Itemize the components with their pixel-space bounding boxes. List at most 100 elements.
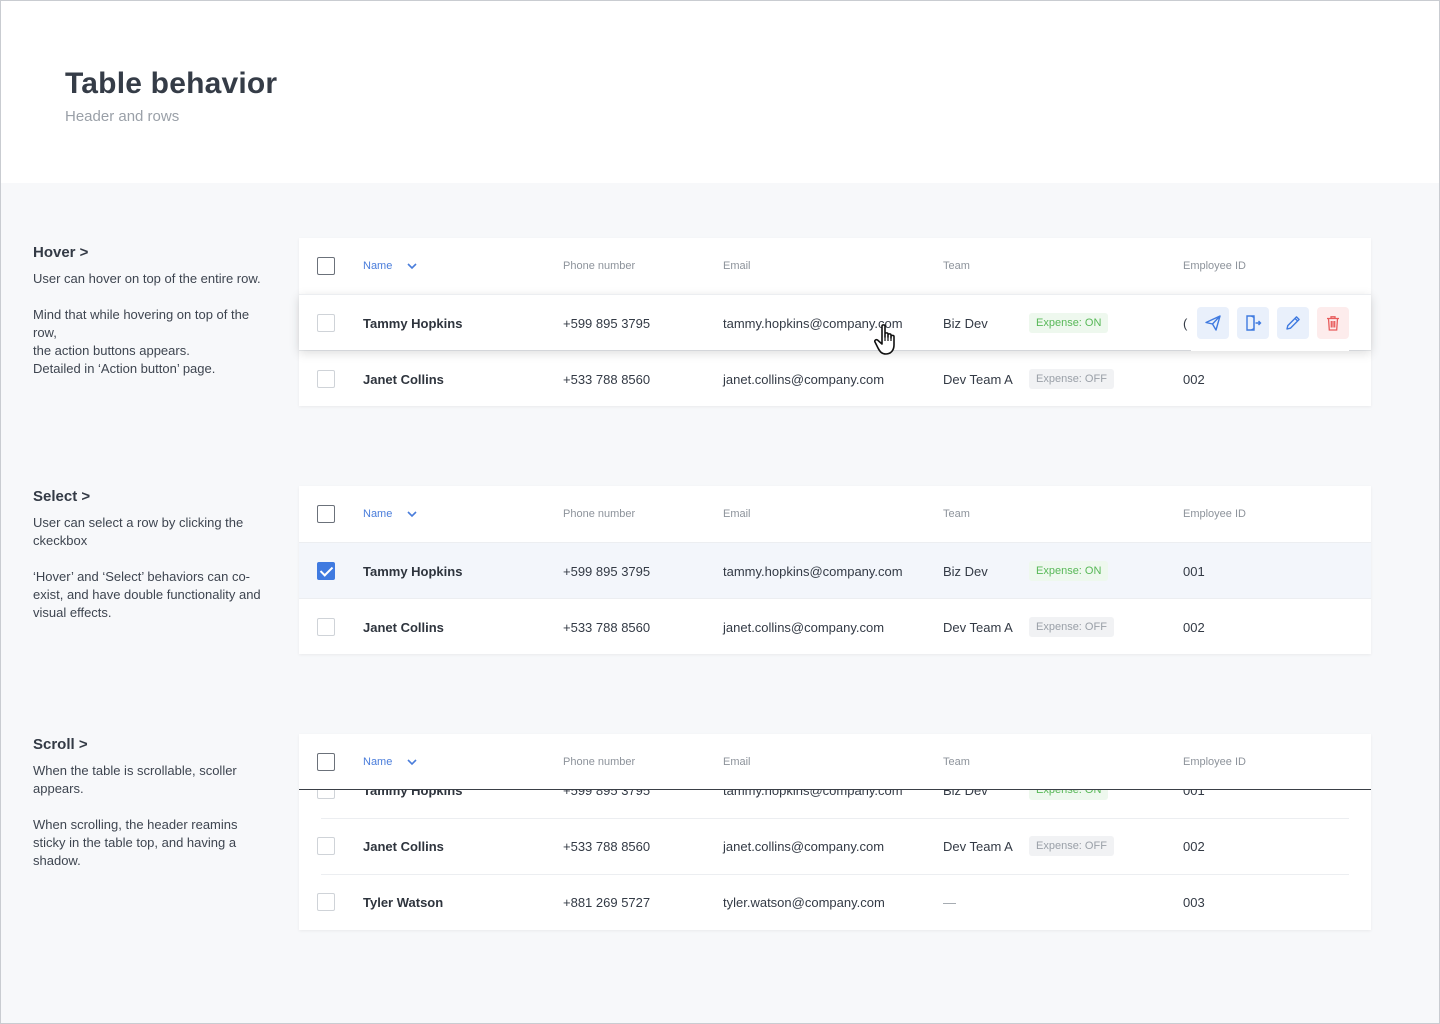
row-actions: [1191, 295, 1349, 351]
hover-section-text: User can hover on top of the entire row.…: [33, 271, 261, 376]
select-section-text: User can select a row by clicking the ck…: [33, 515, 261, 620]
cell-email: tammy.hopkins@company.com: [723, 790, 903, 798]
column-header-employee-id: Employee ID: [1183, 756, 1246, 768]
cell-team: Biz Dev: [943, 315, 988, 331]
cell-name: Tammy Hopkins: [363, 790, 463, 798]
canvas-frame: Table behavior Header and rows Hover > U…: [0, 0, 1440, 1024]
table-header: Name Phone number Email Team Employee ID: [299, 486, 1371, 542]
hand-cursor-icon: [874, 324, 895, 355]
expense-badge: Expense: OFF: [1029, 617, 1114, 637]
edit-button[interactable]: [1277, 307, 1309, 339]
cell-employee-id: 003: [1183, 894, 1205, 910]
cell-name: Janet Collins: [363, 371, 444, 387]
column-header-employee-id: Employee ID: [1183, 508, 1246, 520]
select-all-checkbox[interactable]: [317, 257, 335, 275]
send-icon: [1205, 315, 1221, 331]
column-header-phone: Phone number: [563, 508, 636, 520]
cell-name: Janet Collins: [363, 619, 444, 635]
column-header-email: Email: [723, 508, 751, 520]
row-checkbox[interactable]: [317, 893, 335, 911]
table-header: Name Phone number Email Team Employee ID: [299, 238, 1371, 294]
scroll-section-text: When the table is scrollable, scoller ap…: [33, 763, 238, 868]
select-table: Name Phone number Email Team Employee ID…: [299, 486, 1371, 654]
cell-employee-id: 002: [1183, 371, 1205, 387]
logout-icon: [1246, 315, 1262, 331]
cell-email: janet.collins@company.com: [723, 838, 885, 854]
select-all-checkbox[interactable]: [317, 753, 335, 771]
cell-phone: +599 895 3795: [563, 563, 651, 579]
table-row[interactable]: Tyler Watson +881 269 5727 tyler.watson@…: [299, 874, 1371, 930]
pencil-icon: [1286, 316, 1300, 330]
cell-team: Dev Team A: [943, 619, 1013, 635]
chevron-down-icon[interactable]: [406, 260, 418, 272]
cell-team: Dev Team A: [943, 371, 1013, 387]
page-header: Table behavior Header and rows: [1, 1, 1439, 183]
cell-name: Tammy Hopkins: [363, 563, 463, 579]
cell-employee-id: 002: [1183, 838, 1205, 854]
cell-team: Biz Dev: [943, 563, 988, 579]
column-header-name[interactable]: Name: [363, 486, 418, 542]
column-header-email: Email: [723, 756, 751, 768]
column-header-name[interactable]: Name: [363, 238, 418, 294]
row-checkbox[interactable]: [317, 837, 335, 855]
cell-employee-id: 002: [1183, 619, 1205, 635]
cell-team: Biz Dev: [943, 790, 988, 798]
column-header-team: Team: [943, 508, 970, 520]
cell-name: Tyler Watson: [363, 894, 444, 910]
delete-button[interactable]: [1317, 307, 1349, 339]
cell-employee-id: 001: [1183, 790, 1205, 798]
logout-button[interactable]: [1237, 307, 1269, 339]
table-row-hovered[interactable]: Tammy Hopkins +599 895 3795 tammy.hopkin…: [299, 294, 1371, 351]
cell-name: Janet Collins: [363, 838, 444, 854]
scroll-section-description: Scroll > When the table is scrollable, s…: [33, 736, 273, 870]
column-header-email: Email: [723, 260, 751, 272]
column-header-employee-id: Employee ID: [1183, 260, 1246, 272]
table-row[interactable]: Janet Collins +533 788 8560 janet.collin…: [299, 350, 1371, 406]
table-row[interactable]: Janet Collins +533 788 8560 janet.collin…: [299, 818, 1371, 874]
cell-email: janet.collins@company.com: [723, 619, 885, 635]
table-row-selected[interactable]: Tammy Hopkins +599 895 3795 tammy.hopkin…: [299, 542, 1371, 598]
page-subtitle: Header and rows: [65, 108, 180, 125]
trash-icon: [1327, 316, 1339, 331]
chevron-down-icon[interactable]: [406, 508, 418, 520]
row-checkbox[interactable]: [317, 790, 335, 799]
cell-email: janet.collins@company.com: [723, 371, 885, 387]
sticky-table-header: Name Phone number Email Team Employee ID: [299, 734, 1371, 790]
scrollable-table-body[interactable]: Tammy Hopkins +599 895 3795 tammy.hopkin…: [299, 790, 1371, 930]
hover-table: Name Phone number Email Team Employee ID…: [299, 238, 1371, 406]
column-header-phone: Phone number: [563, 260, 636, 272]
cell-employee-id: (: [1183, 315, 1188, 331]
cell-phone: +533 788 8560: [563, 619, 651, 635]
cell-phone: +533 788 8560: [563, 838, 651, 854]
cell-phone: +599 895 3795: [563, 315, 651, 331]
select-all-checkbox[interactable]: [317, 505, 335, 523]
cell-name: Tammy Hopkins: [363, 315, 463, 331]
hover-section-description: Hover > User can hover on top of the ent…: [33, 244, 273, 378]
column-header-team: Team: [943, 260, 970, 272]
row-checkbox[interactable]: [317, 314, 335, 332]
expense-badge: Expense: OFF: [1029, 369, 1114, 389]
cell-employee-id: 001: [1183, 563, 1205, 579]
select-section-title[interactable]: Select >: [33, 488, 273, 505]
expense-badge: Expense: ON: [1029, 561, 1109, 581]
column-header-phone: Phone number: [563, 756, 636, 768]
row-checkbox[interactable]: [317, 618, 335, 636]
cell-phone: +533 788 8560: [563, 371, 651, 387]
scroll-table: Name Phone number Email Team Employee ID…: [299, 734, 1371, 930]
scroll-section-title[interactable]: Scroll >: [33, 736, 273, 753]
hover-section-title[interactable]: Hover >: [33, 244, 273, 261]
expense-badge: Expense: ON: [1029, 790, 1109, 800]
chevron-down-icon[interactable]: [406, 756, 418, 768]
table-row-partially-hidden[interactable]: Tammy Hopkins +599 895 3795 tammy.hopkin…: [299, 790, 1371, 818]
cell-phone: +881 269 5727: [563, 894, 651, 910]
row-checkbox-checked[interactable]: [317, 562, 335, 580]
send-button[interactable]: [1197, 307, 1229, 339]
cell-email: tammy.hopkins@company.com: [723, 563, 903, 579]
column-header-name[interactable]: Name: [363, 734, 418, 790]
expense-badge: Expense: OFF: [1029, 836, 1114, 856]
cell-team: Dev Team A: [943, 838, 1013, 854]
cell-team-empty: —: [943, 894, 956, 910]
cell-phone: +599 895 3795: [563, 790, 651, 798]
table-row[interactable]: Janet Collins +533 788 8560 janet.collin…: [299, 598, 1371, 654]
row-checkbox[interactable]: [317, 370, 335, 388]
